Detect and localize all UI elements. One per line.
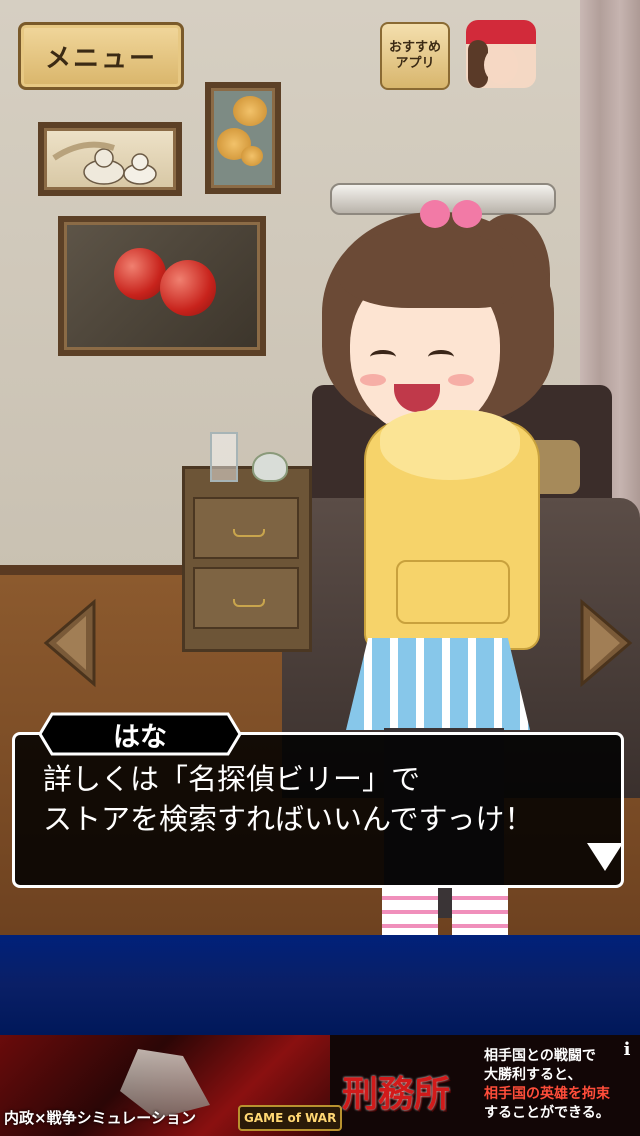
left-arrow-icon[interactable] bbox=[42, 598, 98, 688]
banner-desc-highlight: 相手国の英雄を拘束 bbox=[484, 1086, 610, 1102]
banner-desc-line: 相手国との戦闘で bbox=[484, 1048, 596, 1064]
drawer-handle bbox=[233, 529, 265, 537]
character-sock bbox=[452, 886, 508, 935]
speaker-nameplate: はな bbox=[38, 712, 242, 756]
nightstand-drawer-bottom[interactable] bbox=[193, 567, 299, 629]
banner-desc-line: 大勝利すると、 bbox=[484, 1067, 582, 1083]
recommended-apps-button[interactable]: おすすめ アプリ bbox=[380, 22, 450, 90]
menu-button-label: メニュー bbox=[44, 43, 157, 74]
banner-desc-line: することができる。 bbox=[484, 1105, 610, 1121]
ad-space bbox=[0, 935, 640, 1035]
nightstand-drawer-top[interactable] bbox=[193, 497, 299, 559]
avatar-face bbox=[484, 46, 518, 84]
character-bangs bbox=[338, 228, 514, 308]
character-blush bbox=[360, 374, 386, 386]
ad-banner[interactable]: 内政×戦争シミュレーション GAME of WAR 刑務所 相手国との戦闘で 大… bbox=[0, 1035, 640, 1136]
cats-painting bbox=[38, 122, 182, 196]
rose bbox=[241, 146, 263, 166]
water-glass bbox=[210, 432, 238, 482]
apple bbox=[114, 248, 166, 300]
character-eye bbox=[428, 350, 454, 364]
bow-loop bbox=[420, 200, 450, 228]
recommended-apps-label: おすすめ アプリ bbox=[388, 40, 441, 71]
roses-painting bbox=[205, 82, 281, 194]
avatar-ad-icon[interactable] bbox=[466, 20, 536, 88]
character-hood bbox=[380, 410, 520, 480]
apples-painting bbox=[58, 216, 266, 356]
character-blush bbox=[448, 374, 474, 386]
apple bbox=[160, 260, 216, 316]
nightstand[interactable] bbox=[182, 466, 312, 652]
menu-button[interactable]: メニュー bbox=[18, 22, 184, 90]
hair-bow bbox=[420, 200, 484, 230]
speaker-name: はな bbox=[113, 721, 167, 753]
character-eye bbox=[370, 350, 396, 364]
cats-painting-art bbox=[52, 141, 157, 185]
bow-loop bbox=[452, 200, 482, 228]
advance-triangle-icon[interactable] bbox=[587, 843, 623, 871]
info-icon[interactable]: i bbox=[616, 1038, 638, 1062]
banner-caption: 内政×戦争シミュレーション bbox=[4, 1109, 196, 1127]
game-of-war-logo: GAME of WAR bbox=[238, 1105, 343, 1131]
drawer-handle bbox=[233, 599, 265, 607]
character-skirt bbox=[346, 638, 530, 730]
rose bbox=[233, 96, 267, 126]
hoodie-pocket bbox=[396, 560, 510, 624]
banner-title: 刑務所 bbox=[342, 1073, 451, 1115]
right-arrow-icon[interactable] bbox=[578, 598, 634, 688]
character-sock bbox=[382, 886, 438, 935]
dialog-text: 詳しくは「名探偵ビリー」で ストアを検索すればいいんですっけ！ bbox=[43, 762, 534, 836]
teapot bbox=[252, 452, 288, 482]
